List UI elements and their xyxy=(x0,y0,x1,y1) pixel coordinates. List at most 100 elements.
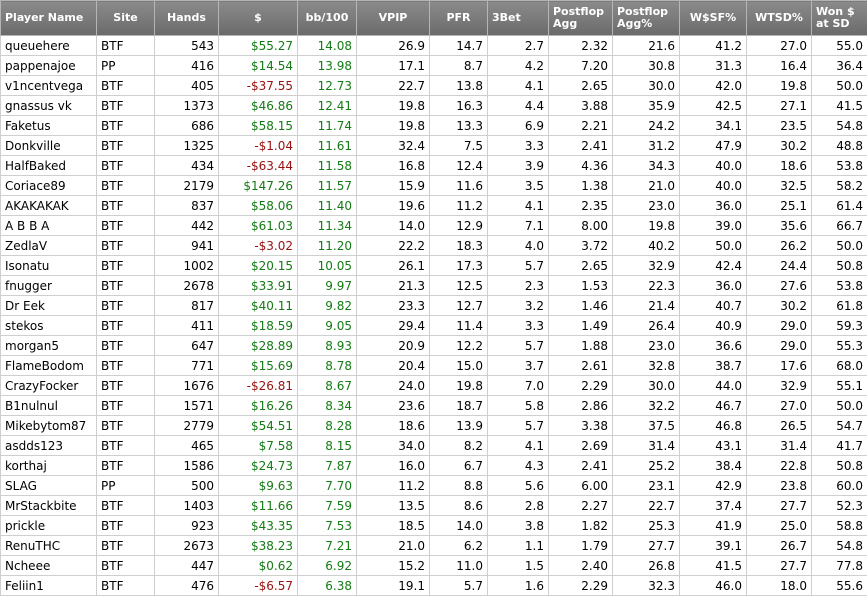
table-row[interactable]: v1ncentvega BTF 405 -$37.55 12.73 22.7 13.8 4.1… xyxy=(0,75,867,96)
column-header-wtsd[interactable]: WTSD% xyxy=(746,0,812,36)
table-row[interactable]: FlameBodom BTF 771 $15.69 8.78 20.4 15.0 3.7 2.6… xyxy=(0,355,867,376)
cell-money: $28.89 xyxy=(218,335,298,356)
cell-pfaggpct: 34.3 xyxy=(612,155,680,176)
cell-vpip: 18.6 xyxy=(356,415,430,436)
table-row[interactable]: B1nulnul BTF 1571 $16.26 8.34 23.6 18.7 5.8 2.86… xyxy=(0,395,867,416)
cell-threebet: 2.3 xyxy=(487,275,549,296)
cell-pfaggpct: 27.7 xyxy=(612,535,680,556)
cell-wonsd: 50.8 xyxy=(811,255,867,276)
cell-name: Dr Eek xyxy=(0,295,97,316)
column-header-wonsd[interactable]: Won $ at SD xyxy=(811,0,867,36)
column-header-money[interactable]: $ xyxy=(218,0,298,36)
cell-pfr: 12.9 xyxy=(429,215,488,236)
cell-bb100: 8.78 xyxy=(297,355,357,376)
cell-wonsd: 55.1 xyxy=(811,375,867,396)
cell-wsf: 40.7 xyxy=(679,295,747,316)
cell-wsf: 46.0 xyxy=(679,575,747,596)
cell-pfagg: 3.88 xyxy=(548,95,613,116)
cell-vpip: 26.9 xyxy=(356,35,430,56)
table-row[interactable]: Donkville BTF 1325 -$1.04 11.61 32.4 7.5 3.3 2.4… xyxy=(0,135,867,156)
cell-pfagg: 2.21 xyxy=(548,115,613,136)
table-row[interactable]: A B B A BTF 442 $61.03 11.34 14.0 12.9 7.1 8.00 1… xyxy=(0,215,867,236)
cell-name: stekos xyxy=(0,315,97,336)
cell-wtsd: 17.6 xyxy=(746,355,812,376)
cell-pfaggpct: 30.8 xyxy=(612,55,680,76)
table-row[interactable]: Ncheee BTF 447 $0.62 6.92 15.2 11.0 1.5 2.40 26.8… xyxy=(0,555,867,576)
cell-vpip: 19.8 xyxy=(356,95,430,116)
cell-bb100: 11.61 xyxy=(297,135,357,156)
table-row[interactable]: asdds123 BTF 465 $7.58 8.15 34.0 8.2 4.1 2.69 31.… xyxy=(0,435,867,456)
table-row[interactable]: stekos BTF 411 $18.59 9.05 29.4 11.4 3.3 1.49 26.… xyxy=(0,315,867,336)
table-row[interactable]: Faketus BTF 686 $58.15 11.74 19.8 13.3 6.9 2.21 2… xyxy=(0,115,867,136)
table-row[interactable]: korthaj BTF 1586 $24.73 7.87 16.0 6.7 4.3 2.41 25… xyxy=(0,455,867,476)
cell-pfr: 12.4 xyxy=(429,155,488,176)
table-row[interactable]: pappenajoe PP 416 $14.54 13.98 17.1 8.7 4.2 7.20… xyxy=(0,55,867,76)
cell-hands: 405 xyxy=(154,75,219,96)
cell-threebet: 1.6 xyxy=(487,575,549,596)
column-header-wsf[interactable]: W$SF% xyxy=(679,0,747,36)
table-row[interactable]: Coriace89 BTF 2179 $147.26 11.57 15.9 11.6 3.5 1… xyxy=(0,175,867,196)
table-row[interactable]: Mikebytom87 BTF 2779 $54.51 8.28 18.6 13.9 5.7 3… xyxy=(0,415,867,436)
cell-hands: 2678 xyxy=(154,275,219,296)
table-row[interactable]: queuehere BTF 543 $55.27 14.08 26.9 14.7 2.7 2.3… xyxy=(0,35,867,56)
cell-name: RenuTHC xyxy=(0,535,97,556)
cell-wtsd: 27.7 xyxy=(746,555,812,576)
cell-name: A B B A xyxy=(0,215,97,236)
cell-threebet: 4.1 xyxy=(487,75,549,96)
cell-vpip: 19.8 xyxy=(356,115,430,136)
cell-vpip: 23.6 xyxy=(356,395,430,416)
cell-name: AKAKAKAK xyxy=(0,195,97,216)
column-header-vpip[interactable]: VPIP xyxy=(356,0,430,36)
cell-pfr: 11.0 xyxy=(429,555,488,576)
cell-money: $7.58 xyxy=(218,435,298,456)
table-row[interactable]: SLAG PP 500 $9.63 7.70 11.2 8.8 5.6 6.00 23.1 42.9… xyxy=(0,475,867,496)
cell-wtsd: 27.1 xyxy=(746,95,812,116)
cell-wsf: 31.3 xyxy=(679,55,747,76)
cell-name: FlameBodom xyxy=(0,355,97,376)
table-row[interactable]: MrStackbite BTF 1403 $11.66 7.59 13.5 8.6 2.8 2.… xyxy=(0,495,867,516)
table-row[interactable]: Isonatu BTF 1002 $20.15 10.05 26.1 17.3 5.7 2.65… xyxy=(0,255,867,276)
table-row[interactable]: CrazyFocker BTF 1676 -$26.81 8.67 24.0 19.8 7.0… xyxy=(0,375,867,396)
cell-vpip: 17.1 xyxy=(356,55,430,76)
column-header-pfaggpct[interactable]: Postflop Agg% xyxy=(612,0,680,36)
table-row[interactable]: RenuTHC BTF 2673 $38.23 7.21 21.0 6.2 1.1 1.79 27… xyxy=(0,535,867,556)
cell-wonsd: 50.8 xyxy=(811,455,867,476)
column-header-bb100[interactable]: bb/100 xyxy=(297,0,357,36)
cell-pfr: 14.7 xyxy=(429,35,488,56)
table-row[interactable]: prickle BTF 923 $43.35 7.53 18.5 14.0 3.8 1.82 25… xyxy=(0,515,867,536)
cell-vpip: 20.9 xyxy=(356,335,430,356)
cell-site: BTF xyxy=(96,135,155,156)
table-row[interactable]: ZedlaV BTF 941 -$3.02 11.20 22.2 18.3 4.0 3.72 40… xyxy=(0,235,867,256)
cell-pfr: 11.2 xyxy=(429,195,488,216)
cell-money: $9.63 xyxy=(218,475,298,496)
cell-bb100: 11.40 xyxy=(297,195,357,216)
table-row[interactable]: gnassus vk BTF 1373 $46.86 12.41 19.8 16.3 4.4 3… xyxy=(0,95,867,116)
table-row[interactable]: Dr Eek BTF 817 $40.11 9.82 23.3 12.7 3.2 1.46 21.… xyxy=(0,295,867,316)
table-row[interactable]: fnugger BTF 2678 $33.91 9.97 21.3 12.5 2.3 1.53 2… xyxy=(0,275,867,296)
cell-site: BTF xyxy=(96,555,155,576)
table-row[interactable]: HalfBaked BTF 434 -$63.44 11.58 16.8 12.4 3.9 4.… xyxy=(0,155,867,176)
cell-pfagg: 2.69 xyxy=(548,435,613,456)
cell-money: $33.91 xyxy=(218,275,298,296)
column-header-site[interactable]: Site xyxy=(96,0,155,36)
column-header-hands[interactable]: Hands xyxy=(154,0,219,36)
column-header-name[interactable]: Player Name xyxy=(0,0,97,36)
column-header-threebet[interactable]: 3Bet xyxy=(487,0,549,36)
cell-name: pappenajoe xyxy=(0,55,97,76)
table-row[interactable]: Feliin1 BTF 476 -$6.57 6.38 19.1 5.7 1.6 2.29 32.… xyxy=(0,575,867,596)
cell-vpip: 34.0 xyxy=(356,435,430,456)
column-header-pfr[interactable]: PFR xyxy=(429,0,488,36)
column-header-pfagg[interactable]: Postflop Agg xyxy=(548,0,613,36)
cell-hands: 1586 xyxy=(154,455,219,476)
table-row[interactable]: AKAKAKAK BTF 837 $58.06 11.40 19.6 11.2 4.1 2.35… xyxy=(0,195,867,216)
cell-pfagg: 2.65 xyxy=(548,255,613,276)
cell-hands: 941 xyxy=(154,235,219,256)
cell-hands: 2673 xyxy=(154,535,219,556)
cell-threebet: 6.9 xyxy=(487,115,549,136)
cell-vpip: 22.2 xyxy=(356,235,430,256)
cell-pfr: 8.8 xyxy=(429,475,488,496)
table-row[interactable]: morgan5 BTF 647 $28.89 8.93 20.9 12.2 5.7 1.88 23… xyxy=(0,335,867,356)
cell-wsf: 40.9 xyxy=(679,315,747,336)
cell-money: $43.35 xyxy=(218,515,298,536)
cell-vpip: 24.0 xyxy=(356,375,430,396)
